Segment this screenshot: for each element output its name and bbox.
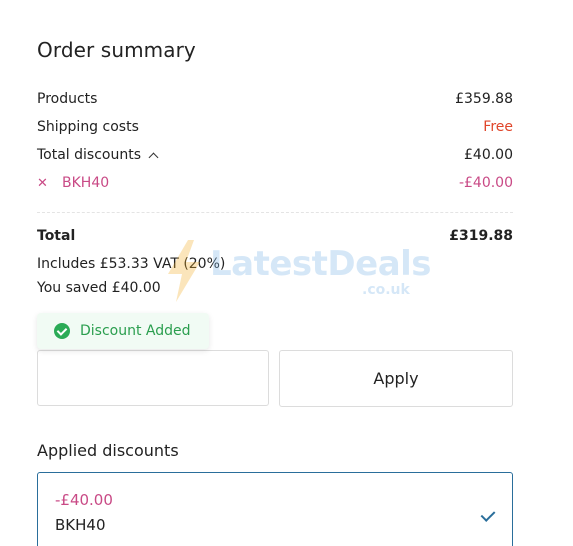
applied-discount-amount: -£40.00 <box>55 491 113 509</box>
discount-code-row: ✕ BKH40 -£40.00 <box>37 173 513 193</box>
saved-text: You saved £40.00 <box>37 280 161 296</box>
applied-discount-card[interactable]: -£40.00 BKH40 <box>37 472 513 546</box>
discount-code-input[interactable] <box>37 350 269 406</box>
apply-button[interactable]: Apply <box>279 350 513 407</box>
applied-discount-code: BKH40 <box>55 516 106 534</box>
shipping-row: Shipping costs Free <box>37 117 513 137</box>
shipping-label: Shipping costs <box>37 119 139 135</box>
discounts-toggle[interactable]: Total discounts <box>37 147 159 163</box>
applied-discounts-title: Applied discounts <box>37 441 179 460</box>
total-row: Total £319.88 <box>37 226 513 246</box>
page-title: Order summary <box>37 38 196 62</box>
total-label: Total <box>37 228 76 244</box>
toast-text: Discount Added <box>80 323 191 339</box>
chevron-up-icon[interactable] <box>148 152 159 163</box>
discounts-row: Total discounts £40.00 <box>37 145 513 165</box>
discount-code-item: ✕ BKH40 <box>37 175 109 191</box>
watermark-text: LatestDeals <box>210 244 432 284</box>
shipping-value: Free <box>483 119 513 135</box>
discount-code-value: -£40.00 <box>458 175 513 191</box>
total-value: £319.88 <box>449 228 513 244</box>
order-summary-panel: Order summary Products £359.88 Shipping … <box>0 0 573 546</box>
check-circle-icon <box>54 323 70 339</box>
discounts-label: Total discounts <box>37 147 142 163</box>
watermark-subtext: .co.uk <box>362 282 410 298</box>
products-value: £359.88 <box>455 91 513 107</box>
discounts-value: £40.00 <box>464 147 513 163</box>
vat-text: Includes £53.33 VAT (20%) <box>37 256 226 272</box>
discount-added-toast: Discount Added <box>37 313 209 349</box>
watermark-logo: LatestDeals .co.uk <box>166 238 432 308</box>
products-row: Products £359.88 <box>37 89 513 109</box>
products-label: Products <box>37 91 98 107</box>
close-icon[interactable]: ✕ <box>37 176 53 191</box>
check-icon <box>480 507 496 522</box>
discount-code-label: BKH40 <box>62 175 110 191</box>
divider <box>37 212 513 213</box>
